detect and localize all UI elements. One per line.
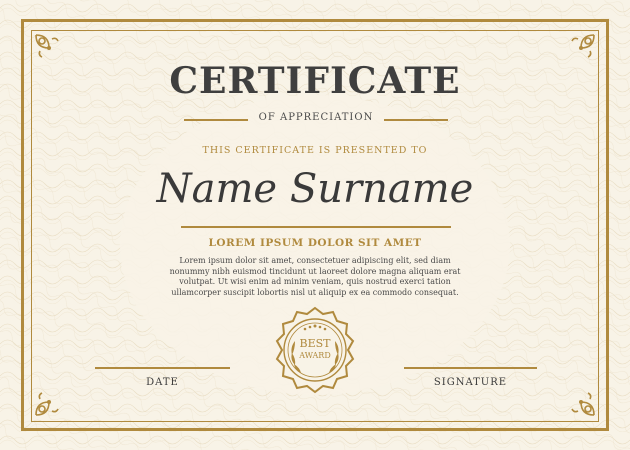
ornament-corner-icon xyxy=(566,387,596,417)
body-paragraph: Lorem ipsum dolor sit amet, consectetuer… xyxy=(169,256,461,297)
signature-label: SIGNATURE xyxy=(433,377,508,388)
certificate-title: CERTIFICATE xyxy=(169,60,461,102)
signature-line xyxy=(404,367,537,369)
ornament-corner-icon xyxy=(566,33,596,63)
certificate-subtitle: OF APPRECIATION xyxy=(258,112,374,123)
award-seal-icon: BEST AWARD xyxy=(268,305,362,395)
recipient-name: Name Surname xyxy=(156,166,474,212)
subtitle-row: OF APPRECIATION xyxy=(184,112,448,126)
presented-to-text: THIS CERTIFICATE IS PRESENTED TO xyxy=(202,145,428,156)
seal-text-best: BEST xyxy=(299,337,331,350)
date-line xyxy=(95,367,230,369)
award-heading: LOREM IPSUM DOLOR SIT AMET xyxy=(208,237,422,249)
certificate-page: CERTIFICATE OF APPRECIATION THIS CERTIFI… xyxy=(0,0,630,450)
ornament-corner-icon xyxy=(34,33,64,63)
seal-text-award: AWARD xyxy=(299,351,331,360)
name-underline xyxy=(181,226,451,228)
subtitle-rule-left xyxy=(184,119,248,121)
ornament-corner-icon xyxy=(34,387,64,417)
date-label: DATE xyxy=(146,377,179,388)
subtitle-rule-right xyxy=(384,119,448,121)
